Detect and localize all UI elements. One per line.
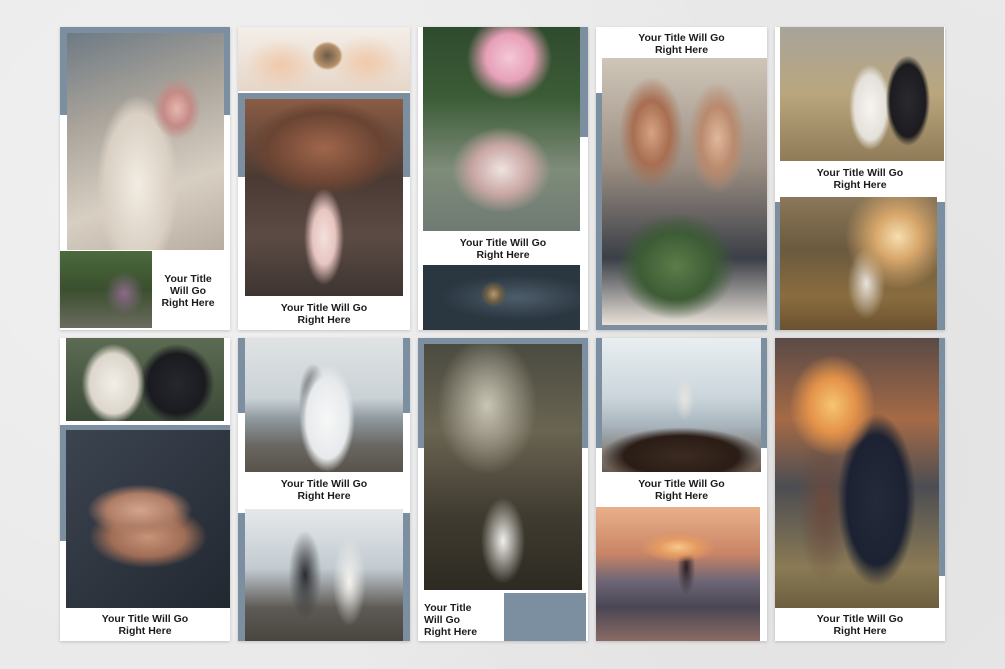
couple-rock-photo (602, 338, 761, 472)
template-card-1[interactable]: Your Title Will Go Right Here (60, 27, 230, 330)
bride-celebration-photo (245, 99, 403, 296)
card-caption: Your Title Will Go Right Here (459, 237, 547, 261)
bride-bouquet-photo (67, 33, 224, 250)
garden-path-photo (60, 251, 152, 328)
card-caption: Your Title Will Go Right Here (280, 478, 368, 502)
couple-sunset-beach-photo (596, 507, 760, 641)
card-caption: Your Title Will Go Right Here (280, 302, 368, 326)
accent-square (504, 593, 586, 641)
card-caption: Your Title Will Go Right Here (424, 602, 478, 638)
template-card-2[interactable]: Your Title Will Go Right Here (238, 27, 410, 330)
couple-holding-hands-photo (66, 338, 224, 421)
wedding-rings-photo (423, 265, 580, 330)
template-card-8[interactable]: Your Title Will Go Right Here (418, 338, 588, 641)
card-caption: Your Title Will Go Right Here (161, 273, 215, 309)
couple-trees-photo (424, 344, 582, 590)
hands-phone-photo (238, 27, 410, 91)
ring-hands-photo (66, 430, 230, 608)
couple-beach-walk-photo (245, 509, 403, 641)
template-card-5[interactable]: Your Title Will Go Right Here (775, 27, 945, 330)
card-caption: Your Title Will Go Right Here (638, 478, 725, 502)
template-card-3[interactable]: Your Title Will Go Right Here (418, 27, 588, 330)
template-card-10[interactable]: Your Title Will Go Right Here (775, 338, 945, 641)
card-caption: Your Title Will Go Right Here (816, 167, 904, 191)
accent-block (580, 27, 588, 137)
template-card-6[interactable]: Your Title Will Go Right Here (60, 338, 230, 641)
bride-veil-beach-photo (245, 338, 403, 472)
couple-lake-sunset-photo (775, 338, 939, 608)
card-caption: Your Title Will Go Right Here (101, 613, 189, 637)
couple-forest-photo (780, 197, 937, 330)
bridesmaids-balloons-photo (423, 27, 580, 231)
template-card-9[interactable]: Your Title Will Go Right Here (596, 338, 767, 641)
template-card-7[interactable]: Your Title Will Go Right Here (238, 338, 410, 641)
couple-field-photo (780, 27, 944, 161)
couple-portrait-photo (602, 58, 767, 325)
template-card-4[interactable]: Your Title Will Go Right Here (596, 27, 767, 330)
card-caption: Your Title Will Go Right Here (816, 613, 904, 637)
card-caption: Your Title Will Go Right Here (638, 32, 725, 56)
